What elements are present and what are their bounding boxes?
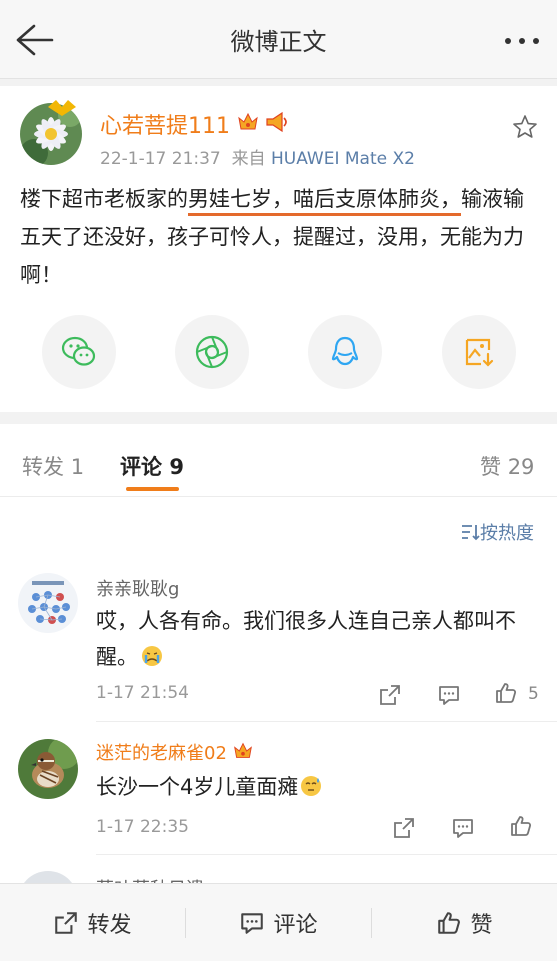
comment-list: 按热度 亲亲耿耿g 哎，人各有命。我们很多人连自己亲人都叫不醒。 1-17 21… <box>0 497 557 887</box>
crying-emoji-icon <box>142 646 162 666</box>
tab-like[interactable]: 赞 29 <box>480 451 534 481</box>
tab-repost[interactable]: 转发 1 <box>22 451 84 481</box>
bottom-like-button[interactable]: 赞 <box>372 884 557 961</box>
commenter-avatar[interactable] <box>18 739 78 799</box>
repost-icon <box>55 911 78 934</box>
bottom-action-bar: 转发 评论 赞 <box>0 883 557 961</box>
active-tab-indicator <box>126 487 179 491</box>
commenter-name[interactable]: 迷茫的老麻雀02 <box>96 739 255 765</box>
comment-icon <box>241 912 264 934</box>
share-wechat-button[interactable] <box>42 315 116 389</box>
qq-icon <box>331 336 359 366</box>
sort-label: 按热度 <box>480 523 534 544</box>
comment-divider <box>96 721 557 722</box>
commenter-name[interactable]: 亲亲耿耿g <box>96 575 179 601</box>
post-device[interactable]: HUAWEI Mate X2 <box>271 149 415 169</box>
comment-icon[interactable] <box>451 816 475 840</box>
tab-comment-count: 9 <box>169 455 184 479</box>
post-source-prefix: 来自 <box>231 149 266 169</box>
tab-like-label: 赞 <box>480 455 501 479</box>
comment-item: 亲亲耿耿g 哎，人各有命。我们很多人连自己亲人都叫不醒。 1-17 21:54 … <box>0 571 557 721</box>
top-nav-bar: 微博正文 <box>0 0 557 79</box>
post-text: 楼下超市老板家的男娃七岁，喵后支原体肺炎，输液输五天了还没好，孩子可怜人，提醒过… <box>20 180 540 294</box>
share-moments-button[interactable] <box>175 315 249 389</box>
like-thumb-icon[interactable] <box>494 681 518 705</box>
more-options-icon[interactable] <box>500 26 544 56</box>
detail-tabs: 转发 1 评论 9 赞 29 <box>0 424 557 497</box>
tab-like-count: 29 <box>507 455 535 479</box>
tab-repost-count: 1 <box>70 455 85 479</box>
bottom-comment-label: 评论 <box>273 912 318 938</box>
author-name[interactable]: 心若菩提111 <box>100 108 230 140</box>
comment-text-content: 长沙一个4岁儿童面瘫 <box>96 775 299 799</box>
bottom-comment-button[interactable]: 评论 <box>186 884 371 961</box>
tab-comment-label: 评论 <box>120 455 162 479</box>
post-text-part: 楼下超市老板家的 <box>20 187 188 211</box>
like-thumb-icon <box>438 911 461 934</box>
avatar-badge-icon <box>46 96 78 122</box>
vip-crown-icon <box>233 742 252 758</box>
repost-icon[interactable] <box>392 816 416 840</box>
sort-icon <box>462 525 480 541</box>
repost-icon[interactable] <box>378 683 402 707</box>
wechat-icon <box>61 336 96 366</box>
comment-time: 1-17 22:35 <box>96 817 189 837</box>
save-image-icon <box>465 338 494 367</box>
vip-crown-icon <box>238 112 258 130</box>
post-text-underlined: 男娃七岁，喵后支原体肺炎， <box>188 187 461 216</box>
like-thumb-icon[interactable] <box>509 814 533 838</box>
comment-item: 迷茫的老麻雀02 长沙一个4岁儿童面瘫 1-17 22:35 <box>0 739 557 859</box>
comment-text: 哎，人各有命。我们很多人连自己亲人都叫不醒。 <box>96 603 541 675</box>
sweat-emoji-icon <box>301 776 322 796</box>
megaphone-icon <box>266 111 287 133</box>
commenter-avatar[interactable] <box>18 573 78 633</box>
share-qq-button[interactable] <box>308 315 382 389</box>
tab-repost-label: 转发 <box>22 455 64 479</box>
comment-divider <box>96 854 557 855</box>
bottom-repost-button[interactable]: 转发 <box>0 884 185 961</box>
save-image-button[interactable] <box>442 315 516 389</box>
bottom-repost-label: 转发 <box>87 912 132 938</box>
post-time: 22-1-17 21:37 <box>100 149 221 169</box>
sort-by-hot-button[interactable]: 按热度 <box>460 519 534 545</box>
like-count: 5 <box>528 684 539 704</box>
bottom-like-label: 赞 <box>470 912 493 938</box>
tab-comment[interactable]: 评论 9 <box>120 451 184 481</box>
commenter-name-text: 迷茫的老麻雀02 <box>96 743 227 764</box>
page-title: 微博正文 <box>230 28 327 56</box>
comment-text: 长沙一个4岁儿童面瘫 <box>96 769 541 805</box>
post-card: 心若菩提111 22-1-17 21:37 来自 HUAWEI Mate X2 … <box>0 86 557 412</box>
comment-icon[interactable] <box>437 683 461 707</box>
post-meta: 22-1-17 21:37 来自 HUAWEI Mate X2 <box>100 144 415 169</box>
moments-icon <box>195 335 229 369</box>
favorite-star-icon[interactable] <box>512 114 538 140</box>
comment-time: 1-17 21:54 <box>96 683 189 703</box>
